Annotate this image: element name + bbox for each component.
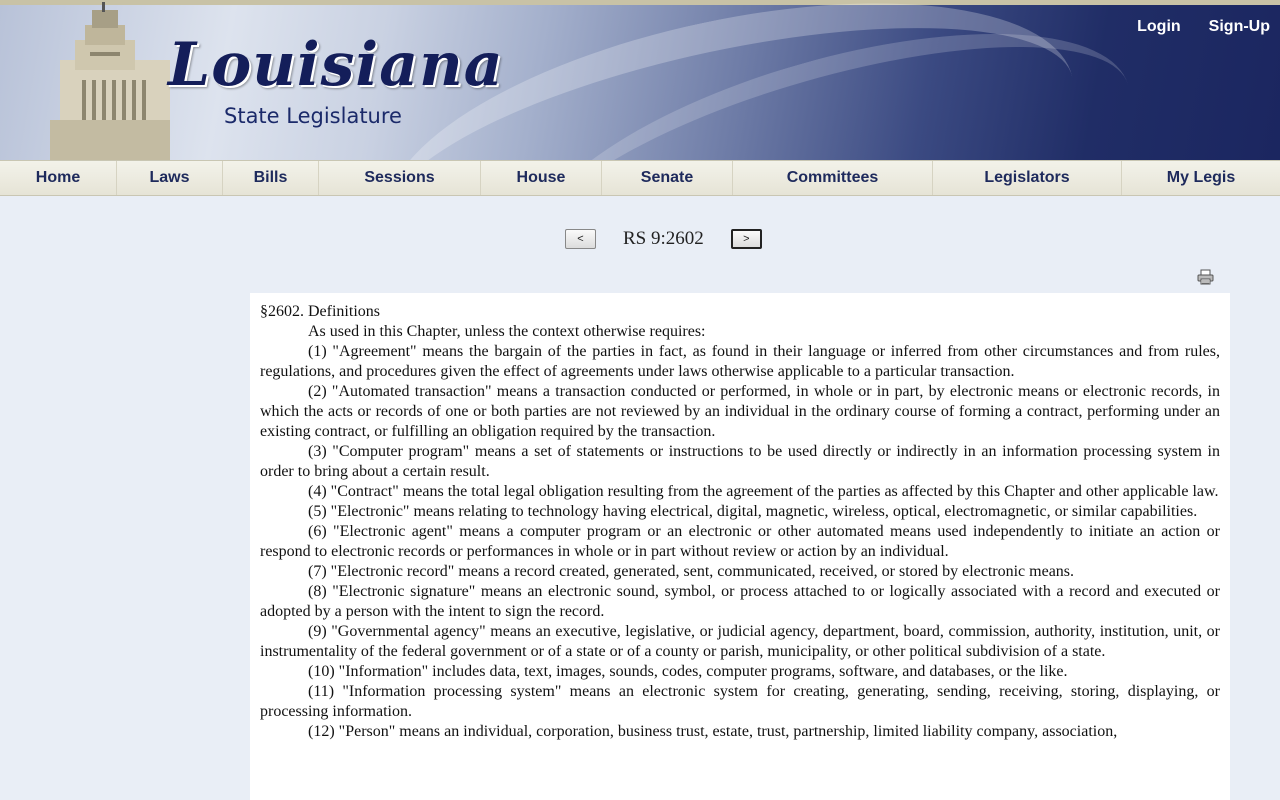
nav-item-committees[interactable]: Committees — [733, 161, 933, 195]
section-heading: §2602. Definitions — [260, 303, 380, 320]
main-nav: Home Laws Bills Sessions House Senate Co… — [0, 160, 1280, 196]
next-section-button[interactable]: > — [730, 229, 762, 249]
paragraph: (5) "Electronic" means relating to techn… — [308, 503, 1198, 520]
nav-item-senate[interactable]: Senate — [602, 161, 733, 195]
paragraph: (2) "Automated transaction" means a tran… — [260, 383, 1220, 440]
paragraph: (8) "Electronic signature" means an elec… — [260, 583, 1220, 620]
statute-pager: < RS 9:2602 > — [565, 228, 762, 250]
nav-item-house[interactable]: House — [481, 161, 602, 195]
banner-top-border — [0, 0, 1280, 5]
signup-link[interactable]: Sign-Up — [1209, 18, 1270, 36]
paragraph: (11) "Information processing system" mea… — [260, 683, 1220, 720]
capitol-building-image — [50, 2, 170, 160]
printer-icon[interactable] — [1197, 269, 1214, 285]
paragraph: (12) "Person" means an individual, corpo… — [308, 723, 1118, 740]
nav-item-sessions[interactable]: Sessions — [319, 161, 481, 195]
paragraph: (3) "Computer program" means a set of st… — [260, 443, 1220, 480]
nav-item-bills[interactable]: Bills — [223, 161, 319, 195]
nav-item-home[interactable]: Home — [0, 161, 117, 195]
nav-item-my-legis[interactable]: My Legis — [1122, 161, 1280, 195]
paragraph: (1) "Agreement" means the bargain of the… — [260, 343, 1220, 380]
paragraph: (4) "Contract" means the total legal obl… — [308, 483, 1219, 500]
paragraph: (9) "Governmental agency" means an execu… — [260, 623, 1220, 660]
auth-links: Login Sign-Up — [1137, 18, 1270, 36]
paragraph: (7) "Electronic record" means a record c… — [308, 563, 1075, 580]
logo-title[interactable]: Louisiana — [168, 30, 504, 100]
statute-document: §2602. Definitions As used in this Chapt… — [250, 293, 1230, 800]
nav-item-laws[interactable]: Laws — [117, 161, 223, 195]
statute-citation: RS 9:2602 — [623, 228, 704, 249]
login-link[interactable]: Login — [1137, 18, 1181, 36]
header-banner: Louisiana State Legislature Login Sign-U… — [0, 0, 1280, 160]
paragraph: As used in this Chapter, unless the cont… — [308, 323, 706, 340]
paragraph: (6) "Electronic agent" means a computer … — [260, 523, 1220, 560]
paragraph: (10) "Information" includes data, text, … — [308, 663, 1068, 680]
nav-item-legislators[interactable]: Legislators — [933, 161, 1122, 195]
logo-subtitle[interactable]: State Legislature — [224, 104, 402, 128]
previous-section-button[interactable]: < — [565, 229, 596, 249]
